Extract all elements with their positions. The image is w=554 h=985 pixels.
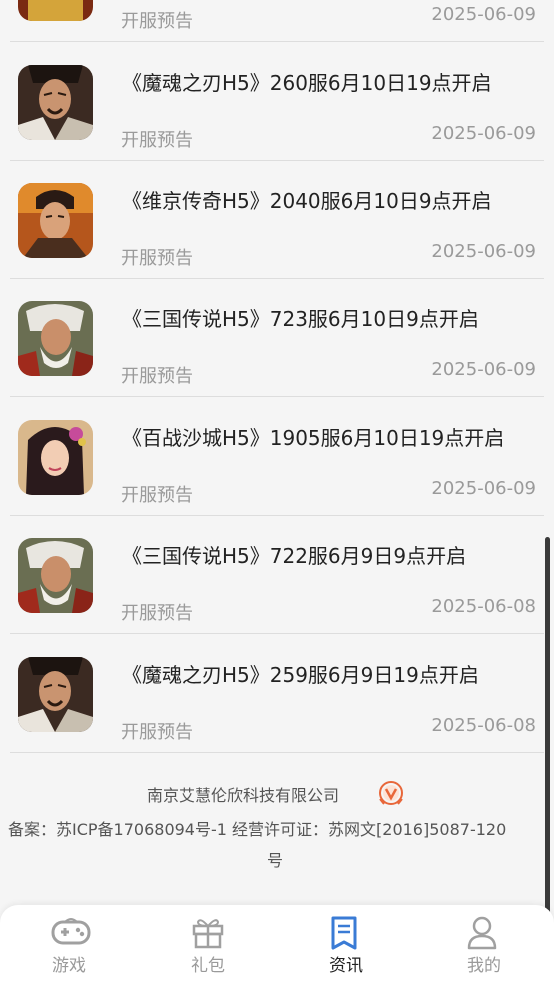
news-title: 《三国传说H5》723服6月10日9点开启: [122, 307, 479, 331]
elder-warrior-avatar-icon: [18, 301, 93, 376]
warrior-dark-avatar-icon: [18, 65, 93, 140]
news-date: 2025-06-09: [431, 241, 536, 262]
tab-gifts[interactable]: 礼包: [148, 905, 268, 985]
icp-license-text-continued: 号: [267, 851, 284, 870]
gamepad-icon: [51, 918, 91, 945]
news-category: 开服预告: [121, 722, 193, 743]
list-item[interactable]: 《三国传说H5》722服6月9日9点开启 开服预告 2025-06-08: [10, 516, 544, 634]
news-title: 《维京传奇H5》2040服6月10日9点开启: [122, 189, 492, 213]
tab-label: 我的: [467, 956, 501, 976]
user-icon: [467, 916, 497, 950]
tab-label: 资讯: [329, 956, 363, 976]
tab-profile[interactable]: 我的: [424, 905, 544, 985]
warrior-red-avatar-icon: [18, 0, 93, 21]
warrior-dark-avatar-icon: [18, 657, 93, 732]
game-thumbnail: [18, 538, 93, 613]
news-category: 开服预告: [121, 130, 193, 151]
news-icon: [331, 916, 357, 950]
young-warrior-avatar-icon: [18, 183, 93, 258]
news-title: 《魔魂之刃H5》259服6月9日19点开启: [122, 663, 479, 687]
news-category: 开服预告: [121, 11, 193, 32]
news-category: 开服预告: [121, 603, 193, 624]
elder-warrior-avatar-icon: [18, 538, 93, 613]
news-category: 开服预告: [121, 366, 193, 387]
tab-news[interactable]: 资讯: [286, 905, 406, 985]
list-item[interactable]: 《魔魂之刃H5》259服6月9日19点开启 开服预告 2025-06-08: [10, 635, 544, 753]
list-item[interactable]: 《三国传说H5》723服6月10日9点开启 开服预告 2025-06-09: [10, 279, 544, 397]
game-thumbnail: [18, 301, 93, 376]
icp-license-text: 备案：苏ICP备17068094号-1 经营许可证：苏网文[2016]5087-…: [8, 820, 507, 839]
news-category: 开服预告: [121, 248, 193, 269]
news-date: 2025-06-08: [431, 715, 536, 736]
news-date: 2025-06-09: [431, 123, 536, 144]
list-item[interactable]: 《百战沙城H5》1905服6月10日19点开启 开服预告 2025-06-09: [10, 398, 544, 516]
gift-icon: [192, 919, 224, 949]
list-item[interactable]: 《魔魂之刃H5》260服6月10日19点开启 开服预告 2025-06-09: [10, 43, 544, 161]
game-thumbnail: [18, 65, 93, 140]
game-thumbnail: [18, 420, 93, 495]
news-date: 2025-06-09: [431, 359, 536, 380]
lady-avatar-icon: [18, 420, 93, 495]
news-date: 2025-06-09: [431, 478, 536, 499]
tab-label: 游戏: [52, 956, 86, 976]
verified-badge-icon: [377, 779, 405, 811]
news-date: 2025-06-09: [431, 4, 536, 25]
news-title: 《魔魂之刃H5》260服6月10日19点开启: [122, 71, 492, 95]
news-category: 开服预告: [121, 485, 193, 506]
news-date: 2025-06-08: [431, 596, 536, 617]
news-title: 《三国传说H5》722服6月9日9点开启: [122, 544, 467, 568]
news-title: 《百战沙城H5》1905服6月10日19点开启: [122, 426, 505, 450]
tab-games[interactable]: 游戏: [9, 905, 129, 985]
list-item[interactable]: 《维京传奇H5》2040服6月10日9点开启 开服预告 2025-06-09: [10, 161, 544, 279]
company-name: 南京艾慧伦欣科技有限公司: [147, 786, 340, 805]
list-item[interactable]: 开服预告 2025-06-09: [10, 0, 544, 42]
bottom-tab-bar: 游戏 礼包 资讯 我的: [0, 905, 554, 985]
game-thumbnail: [18, 183, 93, 258]
game-thumbnail: [18, 657, 93, 732]
game-thumbnail: [18, 0, 93, 21]
tab-label: 礼包: [191, 956, 225, 976]
